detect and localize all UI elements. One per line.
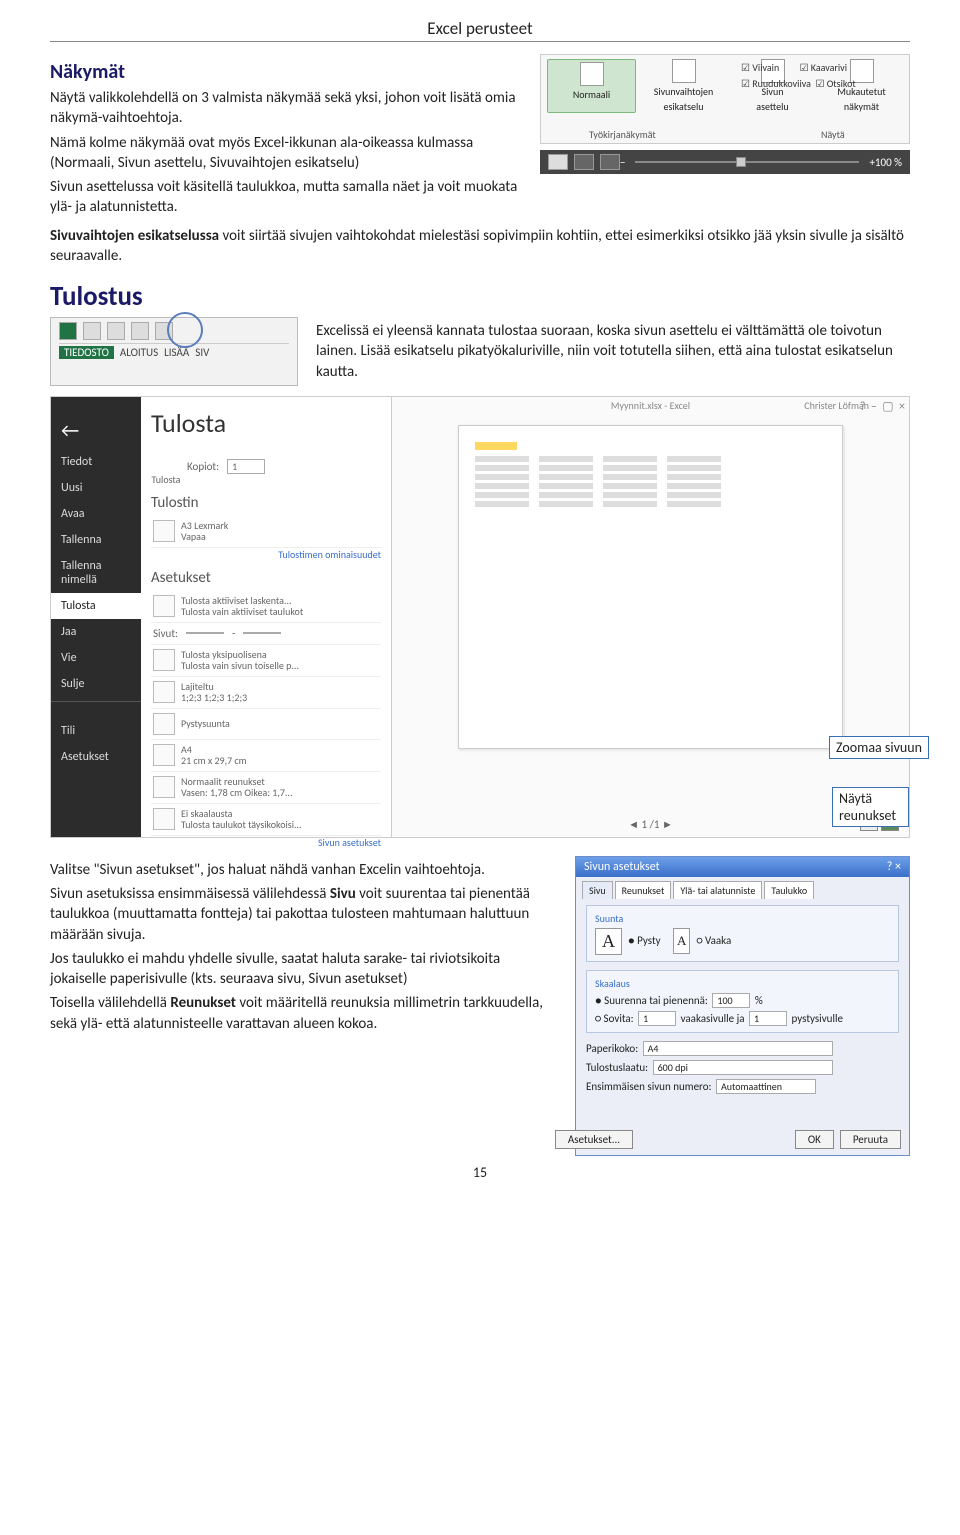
sidebar-item[interactable]: Tili [51,718,141,744]
view-pagebreak-button[interactable]: Sivunvaihtojenesikatselu [642,59,725,113]
printer-select[interactable]: A3 LexmarkVapaa [151,516,381,548]
zoom-slider[interactable] [635,161,859,163]
page-setup-dialog: Sivun asetukset ? × Sivu Reunukset Ylä- t… [575,856,910,1156]
para: Excelissä ei yleensä kannata tulostaa su… [316,321,910,382]
paper-select[interactable]: A4 [643,1041,833,1056]
redo-icon[interactable] [131,322,149,340]
ribbon-views-screenshot: Normaali Sivunvaihtojenesikatselu Sivuna… [540,54,910,144]
sidebar-item[interactable]: Tallenna [51,527,141,553]
page-setup-link[interactable]: Sivun asetukset [151,836,381,849]
tab-yatunniste[interactable]: Ylä- tai alatunniste [673,881,762,899]
statusbar-view-pagebreak-icon[interactable] [600,154,620,170]
callout-zoom: Zoomaa sivuun [829,736,929,759]
heading-tulostus: Tulostus [50,280,910,313]
print-backstage-screenshot: ← Tiedot Uusi Avaa Tallenna Tallenna nim… [50,396,910,838]
para: Sivun asetuksissa ensimmäisessä välilehd… [50,884,557,945]
sidebar-item[interactable]: Asetukset [51,744,141,770]
orientation-select[interactable]: Pystysuunta [151,709,381,740]
para: Nämä kolme näkymää ovat myös Excel-ikkun… [50,133,522,174]
fit-w-input[interactable]: 1 [638,1011,676,1026]
sidebar-item[interactable]: Uusi [51,475,141,501]
heading-nakymat: Näkymät [50,60,522,84]
statusbar-view-normal-icon[interactable] [548,154,568,170]
duplex-select[interactable]: Tulosta yksipuolisenaTulosta vain sivun … [151,645,381,677]
firstpage-input[interactable]: Automaattinen [716,1079,816,1094]
view-normal-button[interactable]: Normaali [547,59,636,113]
statusbar-view-layout-icon[interactable] [574,154,594,170]
print-what-select[interactable]: Tulosta aktiiviset laskenta...Tulosta va… [151,591,381,623]
papersize-select[interactable]: A421 cm x 29,7 cm [151,740,381,772]
pages-range[interactable]: Sivut:- [151,623,381,645]
save-icon[interactable] [83,322,101,340]
landscape-icon: A [673,928,690,954]
statusbar-screenshot: − + 100 % [540,150,910,174]
para: Sivun asettelussa voit käsitellä taulukk… [50,177,522,218]
options-button[interactable]: Asetukset... [555,1130,633,1149]
highlight-circle [167,312,203,348]
portrait-icon: A [595,928,622,955]
para: Toisella välilehdellä Reunukset voit mää… [50,993,557,1034]
tab-file[interactable]: TIEDOSTO [59,346,114,359]
ok-button[interactable]: OK [795,1130,834,1149]
para: Sivuvaihtojen esikatselussa voit siirtää… [50,226,910,267]
printer-props-link[interactable]: Tulostimen ominaisuudet [151,548,381,561]
para: Näytä valikkolehdellä on 3 valmista näky… [50,88,522,129]
radio-scale[interactable]: Suurenna tai pienennä: [595,994,708,1007]
tab-sivu[interactable]: Sivu [582,881,613,899]
doc-header: Excel perusteet [50,18,910,42]
print-preview-page [458,425,844,749]
tab-taulukko[interactable]: Taulukko [764,881,814,899]
fit-h-input[interactable]: 1 [749,1011,787,1026]
radio-vaaka[interactable]: Vaaka [696,934,731,947]
quick-access-toolbar-screenshot: TIEDOSTO ALOITUS LISÄÄ SIV [50,317,298,386]
sidebar-item[interactable]: Vie [51,645,141,671]
sidebar-item[interactable]: Tiedot [51,449,141,475]
ribbon-group-label: Näytä [821,128,845,141]
scaling-select[interactable]: Ei skaalaustaTulosta taulukot täysikokoi… [151,804,381,836]
zoom-minus[interactable]: − [620,156,625,169]
collate-select[interactable]: Lajiteltu1;2;3 1;2;3 1;2;3 [151,677,381,709]
window-controls[interactable]: ? – ▢ × [860,399,905,414]
copies-input[interactable]: 1 [227,459,265,474]
callout-margins: Näytä reunukset [832,787,909,827]
margins-select[interactable]: Normaalit reunuksetVasen: 1,78 cm Oikea:… [151,772,381,804]
radio-pysty[interactable]: Pysty [628,934,661,947]
excel-icon [59,322,77,340]
sidebar-item[interactable]: Jaa [51,619,141,645]
radio-fit[interactable]: Sovita: [595,1012,634,1025]
zoom-pct: 100 % [875,156,902,169]
undo-icon[interactable] [107,322,125,340]
sidebar-item[interactable]: Tallenna nimellä [51,553,141,593]
printer-icon[interactable] [151,447,181,473]
sidebar-item-tulosta[interactable]: Tulosta [51,593,141,619]
sidebar-item[interactable]: Avaa [51,501,141,527]
quality-select[interactable]: 600 dpi [653,1060,833,1075]
para: Jos taulukko ei mahdu yhdelle sivulle, s… [50,949,557,990]
tab-home[interactable]: ALOITUS [120,346,158,359]
checkbox-gridlines[interactable]: ☑ Ruudukkoviiva ☑ Otsikot [741,77,856,90]
dialog-title: Sivun asetukset [584,860,660,874]
checkbox-ruler[interactable]: ☑ Viivain ☑ Kaavarivi [741,61,856,74]
close-icon[interactable]: ? × [887,860,901,874]
tab-reunukset[interactable]: Reunukset [615,881,672,899]
cancel-button[interactable]: Peruuta [840,1130,901,1149]
back-button[interactable]: ← [51,413,141,449]
para: Valitse "Sivun asetukset", jos haluat nä… [50,860,557,880]
sidebar-item[interactable]: Sulje [51,671,141,697]
scale-input[interactable]: 100 [712,993,750,1008]
page-nav[interactable]: ◄ 1 /1 ► [628,818,673,831]
page-number: 15 [50,1164,910,1181]
print-heading: Tulosta [151,407,381,439]
ribbon-group-label: Työkirjanäkymät [589,128,656,141]
tab-page[interactable]: SIV [195,346,209,359]
